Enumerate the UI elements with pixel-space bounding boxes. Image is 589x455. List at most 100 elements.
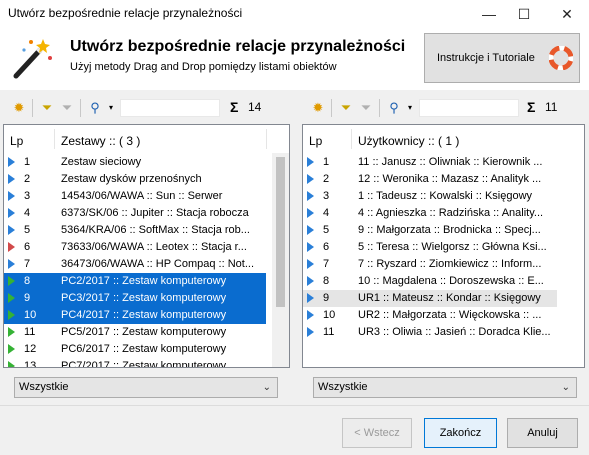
- column-lp[interactable]: Lp: [10, 134, 23, 148]
- users-list[interactable]: Lp Użytkownicy :: ( 1 ) 1 11 :: Janusz ::…: [302, 124, 585, 368]
- row-text: 73633/06/WAWA :: Leotex :: Stacja r...: [61, 241, 247, 253]
- row-number: 10: [323, 309, 336, 321]
- column-divider: [54, 129, 55, 149]
- play-arrow-icon: [8, 157, 15, 167]
- row-number: 3: [323, 190, 330, 202]
- list-item[interactable]: 12 PC6/2017 :: Zestaw komputerowy: [4, 341, 266, 358]
- row-number: 5: [323, 224, 330, 236]
- list-item[interactable]: 6 73633/06/WAWA :: Leotex :: Stacja r...: [4, 239, 266, 256]
- play-arrow-icon: [8, 242, 15, 252]
- row-number: 6: [323, 241, 330, 253]
- play-arrow-icon: [307, 208, 314, 218]
- row-text: PC3/2017 :: Zestaw komputerowy: [61, 292, 227, 304]
- play-arrow-icon: [307, 242, 314, 252]
- scrollbar-thumb[interactable]: [276, 157, 285, 307]
- row-text: 7 :: Ryszard :: Ziomkiewicz :: Inform...: [358, 258, 542, 270]
- play-arrow-icon: [307, 310, 314, 320]
- column-users[interactable]: Użytkownicy :: ( 1 ): [358, 134, 459, 148]
- row-text: UR1 :: Mateusz :: Kondar :: Księgowy: [358, 292, 541, 304]
- play-arrow-icon: [307, 174, 314, 184]
- play-arrow-icon: [8, 208, 15, 218]
- row-text: PC2/2017 :: Zestaw komputerowy: [61, 275, 227, 287]
- row-text: 9 :: Małgorzata :: Brodnicka :: Specj...: [358, 224, 541, 236]
- row-text: 14543/06/WAWA :: Sun :: Serwer: [61, 190, 223, 202]
- tutorials-button[interactable]: Instrukcje i Tutoriale: [424, 33, 580, 83]
- column-lp[interactable]: Lp: [309, 134, 322, 148]
- list-item[interactable]: 9 PC3/2017 :: Zestaw komputerowy: [4, 290, 266, 307]
- row-text: 1 :: Tadeusz :: Kowalski :: Księgowy: [358, 190, 533, 202]
- play-arrow-icon: [8, 259, 15, 269]
- row-text: 11 :: Janusz :: Oliwniak :: Kierownik ..…: [358, 156, 543, 168]
- settings-gear-icon[interactable]: ✹: [10, 99, 28, 117]
- play-arrow-icon: [8, 361, 15, 367]
- wizard-subtitle: Użyj metody Drag and Drop pomiędzy lista…: [70, 61, 337, 73]
- row-text: PC7/2017 :: Zestaw komputerowy: [61, 360, 227, 368]
- play-arrow-icon: [8, 276, 15, 286]
- filter-icon[interactable]: ⏷: [337, 99, 355, 117]
- filter-icon[interactable]: ⏷: [38, 99, 56, 117]
- sets-scrollbar[interactable]: [272, 153, 289, 367]
- list-item[interactable]: 7 7 :: Ryszard :: Ziomkiewicz :: Inform..…: [303, 256, 557, 273]
- back-button[interactable]: < Wstecz: [342, 418, 412, 448]
- list-item[interactable]: 5 9 :: Małgorzata :: Brodnicka :: Specj..…: [303, 222, 557, 239]
- left-search-input[interactable]: [120, 99, 220, 117]
- list-item[interactable]: 10 UR2 :: Małgorzata :: Więckowska :: ...: [303, 307, 557, 324]
- play-arrow-icon: [307, 327, 314, 337]
- left-filter-select[interactable]: Wszystkie ⌄: [14, 377, 278, 398]
- list-item[interactable]: 1 11 :: Janusz :: Oliwniak :: Kierownik .…: [303, 154, 557, 171]
- row-text: 4 :: Agnieszka :: Radzińska :: Anality..…: [358, 207, 544, 219]
- row-text: 5364/KRA/06 :: SoftMax :: Stacja rob...: [61, 224, 250, 236]
- list-item[interactable]: 11 UR3 :: Oliwia :: Jasień :: Doradca Kli…: [303, 324, 557, 341]
- list-header: Lp Zestawy :: ( 3 ): [4, 125, 289, 153]
- column-sets[interactable]: Zestawy :: ( 3 ): [61, 134, 140, 148]
- list-item[interactable]: 11 PC5/2017 :: Zestaw komputerowy: [4, 324, 266, 341]
- count-sigma-icon: Σ: [527, 99, 536, 115]
- minimize-button[interactable]: —: [469, 0, 509, 28]
- settings-gear-icon[interactable]: ✹: [309, 99, 327, 117]
- window-title: Utwórz bezpośrednie relacje przynależnoś…: [8, 6, 243, 20]
- list-item[interactable]: 4 6373/SK/06 :: Jupiter :: Stacja robocza: [4, 205, 266, 222]
- list-item[interactable]: 10 PC4/2017 :: Zestaw komputerowy: [4, 307, 266, 324]
- list-item[interactable]: 8 10 :: Magdalena :: Doroszewska :: E...: [303, 273, 557, 290]
- maximize-button[interactable]: ☐: [504, 0, 544, 28]
- list-item[interactable]: 13 PC7/2017 :: Zestaw komputerowy: [4, 358, 266, 368]
- sets-list[interactable]: Lp Zestawy :: ( 3 ) 1 Zestaw sieciowy 2 Zes…: [3, 124, 290, 368]
- list-item[interactable]: 2 Zestaw dysków przenośnych: [4, 171, 266, 188]
- wizard-title: Utwórz bezpośrednie relacje przynależnoś…: [70, 38, 406, 55]
- list-item[interactable]: 8 PC2/2017 :: Zestaw komputerowy: [4, 273, 266, 290]
- list-item[interactable]: 3 1 :: Tadeusz :: Kowalski :: Księgowy: [303, 188, 557, 205]
- list-header: Lp Użytkownicy :: ( 1 ): [303, 125, 584, 153]
- chevron-down-icon: ⌄: [262, 382, 271, 393]
- play-arrow-icon: [8, 174, 15, 184]
- list-item[interactable]: 5 5364/KRA/06 :: SoftMax :: Stacja rob...: [4, 222, 266, 239]
- toolbar-separator: [331, 99, 332, 117]
- close-button[interactable]: ✕: [547, 0, 587, 28]
- list-item[interactable]: 4 4 :: Agnieszka :: Radzińska :: Anality.…: [303, 205, 557, 222]
- row-number: 9: [323, 292, 330, 304]
- toolbar-separator: [379, 99, 380, 117]
- row-number: 4: [323, 207, 330, 219]
- finish-button[interactable]: Zakończ: [424, 418, 497, 448]
- row-number: 8: [323, 275, 330, 287]
- cancel-button[interactable]: Anuluj: [507, 418, 578, 448]
- row-text: Zestaw sieciowy: [61, 156, 142, 168]
- list-item[interactable]: 2 12 :: Weronika :: Mazasz :: Analityk ..…: [303, 171, 557, 188]
- play-arrow-icon: [8, 293, 15, 303]
- list-item[interactable]: 6 5 :: Teresa :: Wielgorsz :: Główna Ksi.…: [303, 239, 557, 256]
- row-text: 36473/06/WAWA :: HP Compaq :: Not...: [61, 258, 254, 270]
- search-dropdown-icon[interactable]: ▾: [102, 99, 120, 117]
- list-item[interactable]: 7 36473/06/WAWA :: HP Compaq :: Not...: [4, 256, 266, 273]
- search-dropdown-icon[interactable]: ▾: [401, 99, 419, 117]
- list-item[interactable]: 3 14543/06/WAWA :: Sun :: Serwer: [4, 188, 266, 205]
- list-item[interactable]: 9 UR1 :: Mateusz :: Kondar :: Księgowy: [303, 290, 557, 307]
- list-item[interactable]: 1 Zestaw sieciowy: [4, 154, 266, 171]
- clear-filter-icon[interactable]: ⏷: [58, 99, 76, 117]
- row-text: UR2 :: Małgorzata :: Więckowska :: ...: [358, 309, 542, 321]
- clear-filter-icon[interactable]: ⏷: [357, 99, 375, 117]
- row-number: 1: [323, 156, 330, 168]
- row-text: PC4/2017 :: Zestaw komputerowy: [61, 309, 227, 321]
- right-filter-select[interactable]: Wszystkie ⌄: [313, 377, 577, 398]
- button-bar: < Wstecz Zakończ Anuluj: [0, 405, 589, 455]
- wizard-header: Utwórz bezpośrednie relacje przynależnoś…: [0, 28, 589, 90]
- right-search-input[interactable]: [419, 99, 519, 117]
